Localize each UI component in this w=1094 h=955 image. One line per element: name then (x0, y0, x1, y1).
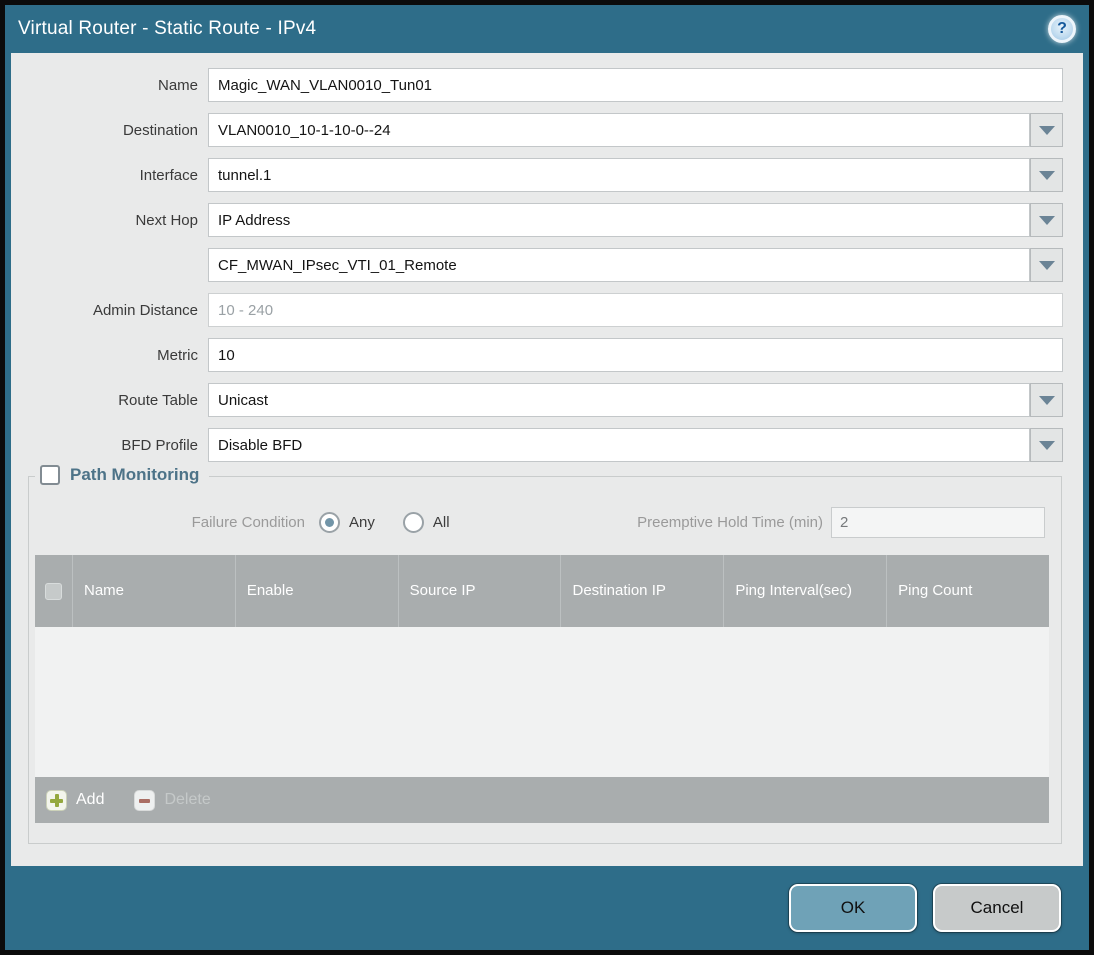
bfd-profile-dropdown-button[interactable] (1030, 428, 1063, 462)
next-hop-address-field-row (11, 248, 1083, 282)
next-hop-type-field-row: Next Hop (11, 203, 1083, 237)
preemptive-hold-time-label: Preemptive Hold Time (min) (637, 513, 823, 531)
select-all-checkbox[interactable] (45, 582, 62, 600)
add-plus-icon (46, 789, 67, 811)
admin-distance-input[interactable] (208, 293, 1063, 327)
table-toolbar: Add Delete (35, 777, 1049, 823)
interface-label: Interface (139, 166, 198, 184)
dropdown-arrow-icon (1038, 395, 1055, 405)
failure-condition-label: Failure Condition (191, 513, 305, 531)
add-button[interactable]: Add (46, 789, 105, 811)
name-field-row: Name (11, 68, 1083, 102)
next-hop-address-dropdown-button[interactable] (1030, 248, 1063, 282)
name-input[interactable] (208, 68, 1063, 102)
metric-field-row: Metric (11, 338, 1083, 372)
dropdown-arrow-icon (1038, 125, 1055, 135)
dropdown-arrow-icon (1038, 170, 1055, 180)
dialog-content: Name Destination Interface Next Hop (11, 53, 1083, 866)
bfd-profile-field-row: BFD Profile (11, 428, 1083, 462)
column-header-source-ip: Source IP (397, 555, 561, 627)
dialog-footer: OK Cancel (5, 866, 1089, 950)
name-label: Name (157, 76, 198, 94)
dropdown-arrow-icon (1038, 215, 1055, 225)
destination-field-row: Destination (11, 113, 1083, 147)
all-option-label: All (432, 513, 450, 531)
column-header-ping-count: Ping Count (886, 555, 1049, 627)
preemptive-hold-time-input[interactable] (831, 506, 1045, 538)
destination-label: Destination (122, 121, 198, 139)
failure-condition-any-option[interactable]: Any (319, 511, 375, 533)
admin-distance-label: Admin Distance (92, 301, 198, 319)
destination-dropdown-button[interactable] (1030, 113, 1063, 147)
column-header-destination-ip: Destination IP (560, 555, 723, 627)
dialog-titlebar: Virtual Router - Static Route - IPv4 ? (5, 5, 1089, 53)
bfd-profile-input[interactable] (208, 428, 1030, 462)
route-table-input[interactable] (208, 383, 1030, 417)
path-monitoring-title: Path Monitoring (70, 465, 200, 484)
path-monitoring-legend: Path Monitoring (35, 465, 210, 485)
cancel-button[interactable]: Cancel (933, 884, 1061, 932)
metric-label: Metric (157, 346, 198, 364)
column-header-enable: Enable (234, 555, 398, 627)
radio-unselected-icon (402, 511, 424, 533)
route-table-field-row: Route Table (11, 383, 1083, 417)
column-header-ping-interval: Ping Interval(sec) (723, 555, 886, 627)
failure-condition-row: Failure Condition Any All Preemptive Hol… (29, 505, 1045, 539)
path-monitoring-group: Path Monitoring Failure Condition Any Al… (28, 465, 1062, 844)
dropdown-arrow-icon (1038, 260, 1055, 270)
any-option-label: Any (349, 513, 375, 531)
route-table-dropdown-button[interactable] (1030, 383, 1063, 417)
next-hop-type-dropdown-button[interactable] (1030, 203, 1063, 237)
delete-minus-icon (134, 789, 156, 811)
table-body-empty (35, 627, 1049, 777)
metric-input[interactable] (208, 338, 1063, 372)
next-hop-label: Next Hop (135, 211, 198, 229)
interface-input[interactable] (208, 158, 1030, 192)
path-monitoring-checkbox[interactable] (40, 465, 60, 485)
bfd-profile-label: BFD Profile (121, 436, 198, 454)
column-header-name: Name (72, 555, 235, 627)
path-monitoring-table: Name Enable Source IP Destination IP Pin… (35, 555, 1049, 823)
ok-button[interactable]: OK (789, 884, 917, 932)
dropdown-arrow-icon (1038, 440, 1055, 450)
destination-input[interactable] (208, 113, 1030, 147)
route-table-label: Route Table (118, 391, 198, 409)
next-hop-type-input[interactable] (208, 203, 1030, 237)
radio-selected-icon (319, 511, 340, 533)
add-button-label: Add (76, 791, 105, 808)
help-icon[interactable]: ? (1048, 15, 1076, 43)
static-route-dialog: Virtual Router - Static Route - IPv4 ? N… (0, 0, 1094, 955)
interface-dropdown-button[interactable] (1030, 158, 1063, 192)
table-header-checkbox-cell (35, 555, 72, 627)
admin-distance-field-row: Admin Distance (11, 293, 1083, 327)
delete-button[interactable]: Delete (134, 789, 211, 811)
failure-condition-all-option[interactable]: All (402, 511, 450, 533)
delete-button-label: Delete (164, 791, 211, 808)
interface-field-row: Interface (11, 158, 1083, 192)
dialog-title: Virtual Router - Static Route - IPv4 (18, 18, 317, 39)
table-header-row: Name Enable Source IP Destination IP Pin… (35, 555, 1049, 627)
next-hop-address-input[interactable] (208, 248, 1030, 282)
